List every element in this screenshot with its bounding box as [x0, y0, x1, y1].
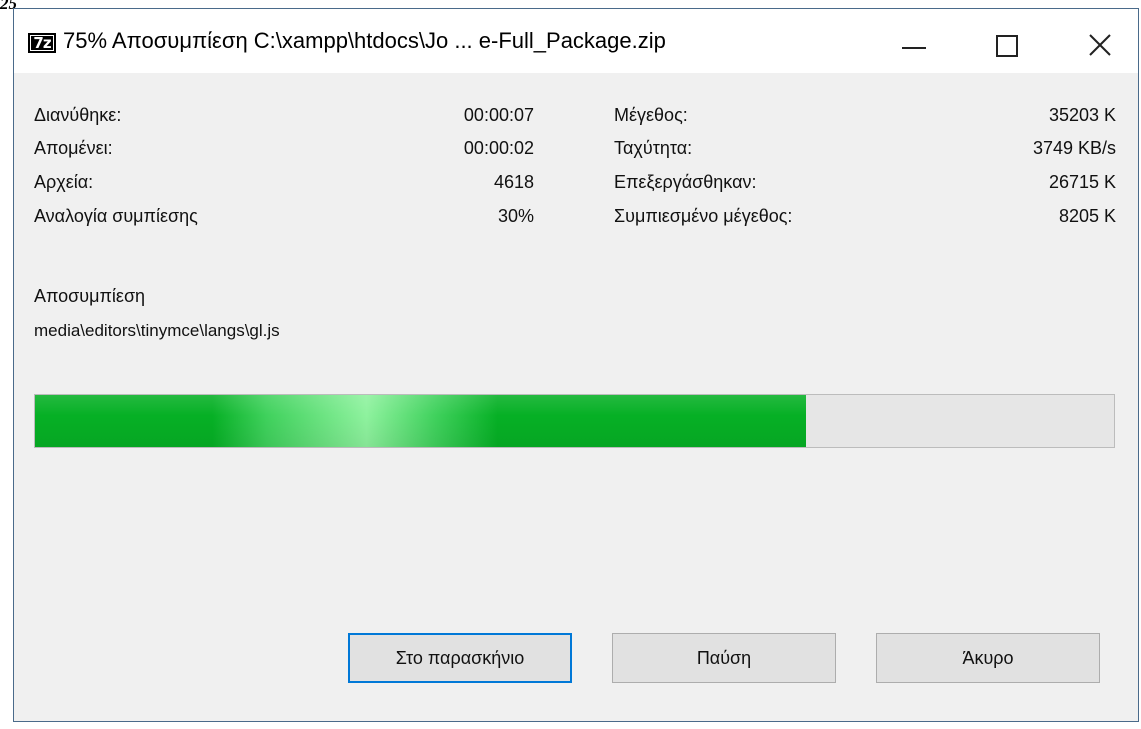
background-button[interactable]: Στο παρασκήνιο	[348, 633, 572, 683]
close-icon	[1089, 34, 1111, 56]
minimize-icon	[902, 47, 926, 49]
compression-ratio-label: Αναλογία συμπίεσης	[34, 206, 198, 226]
progress-bar	[34, 394, 1115, 448]
remaining-label: Απομένει:	[34, 138, 113, 158]
processed-value: 26715 K	[1048, 172, 1116, 192]
size-value: 35203 K	[1048, 105, 1116, 125]
focus-ring	[352, 637, 568, 679]
speed-label: Ταχύτητα:	[614, 138, 693, 158]
title-bar[interactable]: 7z 75% Αποσυμπίεση C:\xampp\htdocs\Jo ..…	[14, 9, 1138, 73]
pause-button[interactable]: Παύση	[612, 633, 836, 683]
size-label: Μέγεθος:	[614, 105, 688, 125]
close-button[interactable]	[1072, 21, 1126, 65]
minimize-button[interactable]	[886, 21, 940, 65]
files-value: 4618	[493, 172, 534, 192]
app-icon-label: 7z	[30, 35, 54, 51]
elapsed-label: Διανύθηκε:	[34, 105, 122, 125]
window-title: 75% Αποσυμπίεση C:\xampp\htdocs\Jo ... e…	[63, 28, 666, 53]
progress-fill	[35, 395, 807, 447]
packed-size-label: Συμπιεσμένο μέγεθος:	[614, 206, 793, 226]
extraction-progress-window: 7z 75% Αποσυμπίεση C:\xampp\htdocs\Jo ..…	[13, 8, 1139, 722]
compression-ratio-value: 30%	[497, 206, 534, 226]
speed-value: 3749 KB/s	[1032, 138, 1116, 158]
cancel-button-label: Άκυρο	[962, 648, 1014, 668]
current-file-path: media\editors\tinymce\langs\gl.js	[34, 321, 280, 340]
maximize-icon	[996, 35, 1018, 57]
operation-label: Αποσυμπίεση	[34, 286, 146, 306]
pause-button-label: Παύση	[696, 648, 752, 668]
files-label: Αρχεία:	[34, 172, 94, 192]
packed-size-value: 8205 K	[1058, 206, 1116, 226]
maximize-button[interactable]	[980, 21, 1034, 65]
remaining-value: 00:00:02	[463, 138, 534, 158]
7zip-app-icon: 7z	[28, 33, 56, 53]
cancel-button[interactable]: Άκυρο	[876, 633, 1100, 683]
elapsed-value: 00:00:07	[463, 105, 534, 125]
processed-label: Επεξεργάσθηκαν:	[614, 172, 757, 192]
